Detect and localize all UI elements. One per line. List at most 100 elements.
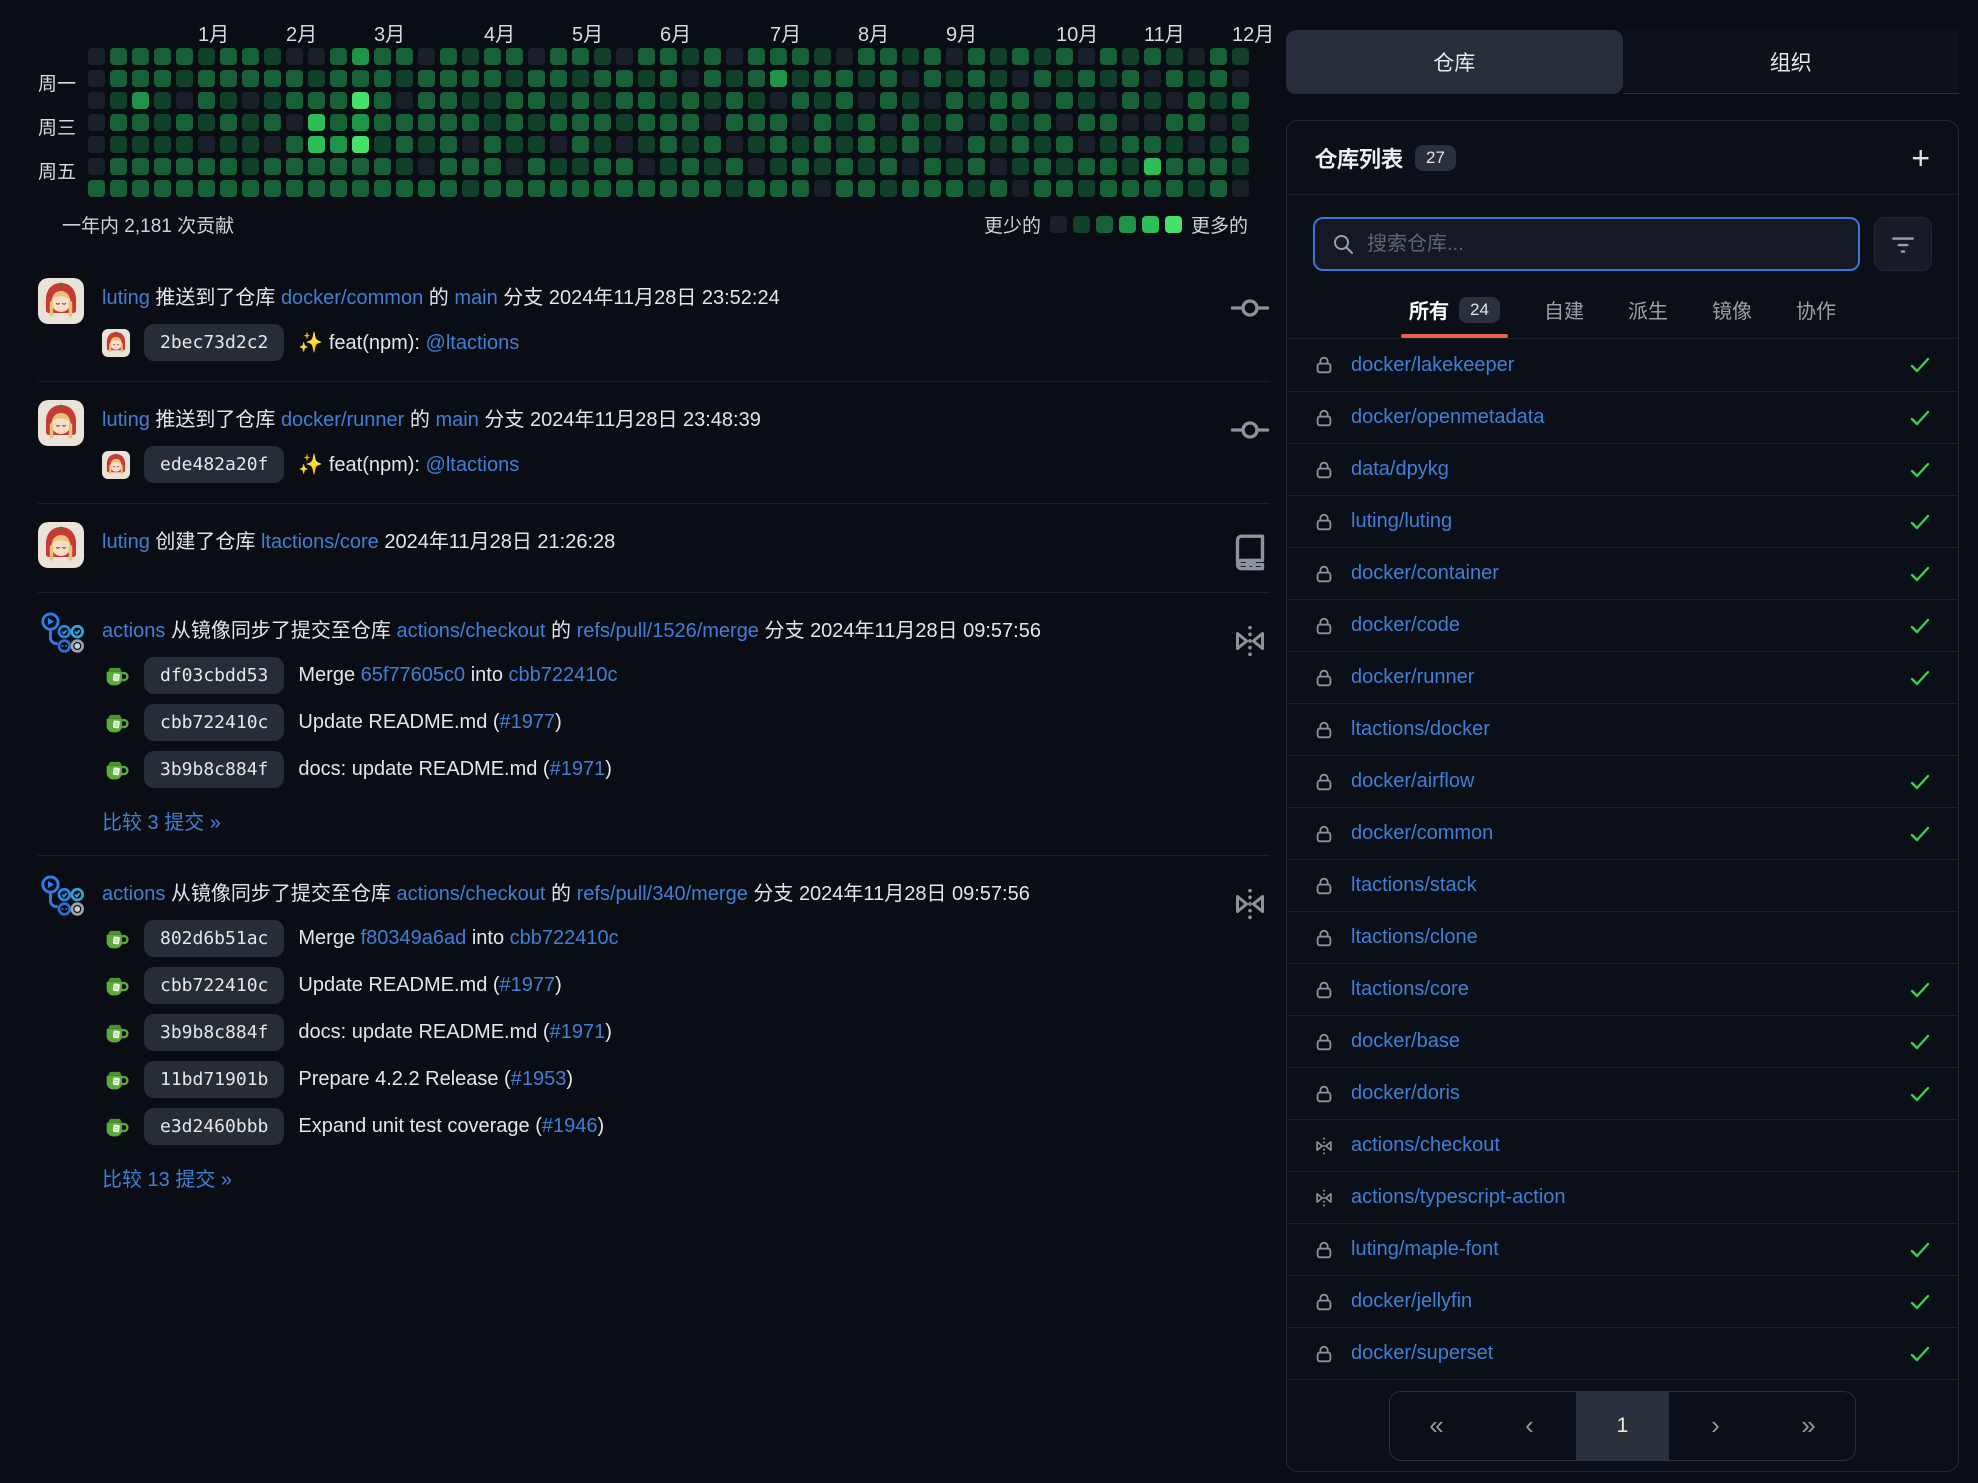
repo-link[interactable]: luting/luting	[1351, 510, 1892, 533]
feed-link[interactable]: main	[435, 409, 478, 431]
repo-link[interactable]: actions/checkout	[1351, 1134, 1892, 1157]
feed-link[interactable]: 65f77605c0	[361, 664, 466, 686]
feed-link[interactable]: luting	[102, 287, 150, 309]
filter-tab[interactable]: 自建	[1544, 295, 1584, 338]
feed-link[interactable]: #1953	[511, 1068, 567, 1090]
commit-hash-badge[interactable]: 3b9b8c884f	[144, 751, 284, 788]
commit-hash-badge[interactable]: 3b9b8c884f	[144, 1014, 284, 1051]
commit-author-avatar[interactable]	[102, 329, 130, 357]
feed-link[interactable]: actions/checkout	[397, 620, 546, 642]
feed-link[interactable]: #1971	[550, 758, 606, 780]
add-repo-button[interactable]: +	[1911, 142, 1930, 174]
repo-search-input[interactable]	[1367, 233, 1842, 256]
sidebar-tab-orgs[interactable]: 组织	[1623, 30, 1960, 94]
repo-link[interactable]: luting/maple-font	[1351, 1238, 1892, 1261]
filter-tab[interactable]: 派生	[1628, 295, 1668, 338]
feed-link[interactable]: actions	[102, 620, 165, 642]
heatmap-cell	[1056, 180, 1073, 197]
commit-author-avatar[interactable]	[102, 1066, 130, 1094]
heatmap-cell	[308, 180, 325, 197]
commit-hash-badge[interactable]: 2bec73d2c2	[144, 324, 284, 361]
repo-link[interactable]: docker/container	[1351, 562, 1892, 585]
repo-link[interactable]: docker/jellyfin	[1351, 1290, 1892, 1313]
commit-author-avatar[interactable]	[102, 709, 130, 737]
repo-search-box[interactable]	[1313, 217, 1860, 271]
repo-link[interactable]: docker/airflow	[1351, 770, 1892, 793]
repo-link[interactable]: docker/lakekeeper	[1351, 354, 1892, 377]
actions-avatar[interactable]	[38, 874, 84, 920]
repo-link[interactable]: docker/base	[1351, 1030, 1892, 1053]
actions-avatar[interactable]	[38, 611, 84, 657]
page-last-button[interactable]: »	[1762, 1392, 1855, 1460]
commit-hash-badge[interactable]: 802d6b51ac	[144, 920, 284, 957]
repo-link[interactable]: docker/openmetadata	[1351, 406, 1892, 429]
repo-link[interactable]: actions/typescript-action	[1351, 1186, 1892, 1209]
page-prev-button[interactable]: ‹	[1483, 1392, 1576, 1460]
commit-hash-badge[interactable]: 11bd71901b	[144, 1061, 284, 1098]
user-avatar[interactable]	[38, 400, 84, 446]
commit-hash-badge[interactable]: ede482a20f	[144, 446, 284, 483]
feed-link[interactable]: @ltactions	[426, 332, 520, 354]
compare-commits-link[interactable]: 比较 3 提交 »	[102, 806, 221, 835]
repo-link[interactable]: ltactions/stack	[1351, 874, 1892, 897]
heatmap-cell	[990, 92, 1007, 109]
commit-author-avatar[interactable]	[102, 1019, 130, 1047]
repo-row: actions/checkout	[1287, 1119, 1958, 1171]
commit-row: 3b9b8c884f docs: update README.md (#1971…	[102, 1014, 1224, 1051]
commit-hash-badge[interactable]: cbb722410c	[144, 967, 284, 1004]
feed-link[interactable]: luting	[102, 531, 150, 553]
repo-link[interactable]: docker/common	[1351, 822, 1892, 845]
compare-commits-link[interactable]: 比较 13 提交 »	[102, 1163, 232, 1192]
feed-title: luting 推送到了仓库 docker/runner 的 main 分支 20…	[102, 400, 1224, 436]
feed-link[interactable]: refs/pull/1526/merge	[577, 620, 759, 642]
filter-tab[interactable]: 所有 24	[1409, 295, 1500, 338]
commit-author-avatar[interactable]	[102, 972, 130, 1000]
feed-link[interactable]: #1977	[500, 974, 556, 996]
feed-link[interactable]: #1977	[500, 711, 556, 733]
feed-link[interactable]: cbb722410c	[509, 664, 618, 686]
repo-link[interactable]: docker/doris	[1351, 1082, 1892, 1105]
feed-link[interactable]: luting	[102, 409, 150, 431]
repo-link[interactable]: docker/code	[1351, 614, 1892, 637]
commit-author-avatar[interactable]	[102, 925, 130, 953]
heatmap-cell	[770, 48, 787, 65]
repo-link[interactable]: ltactions/docker	[1351, 718, 1892, 741]
filter-tab[interactable]: 协作	[1796, 295, 1836, 338]
feed-link[interactable]: #1971	[550, 1021, 606, 1043]
commit-hash-badge[interactable]: df03cbdd53	[144, 657, 284, 694]
feed-link[interactable]: ltactions/core	[261, 531, 379, 553]
commit-hash-badge[interactable]: e3d2460bbb	[144, 1108, 284, 1145]
repo-link[interactable]: ltactions/clone	[1351, 926, 1892, 949]
heatmap-cell	[418, 158, 435, 175]
user-avatar[interactable]	[38, 522, 84, 568]
commit-author-avatar[interactable]	[102, 662, 130, 690]
feed-link[interactable]: actions/checkout	[397, 883, 546, 905]
repo-link[interactable]: docker/runner	[1351, 666, 1892, 689]
user-avatar[interactable]	[38, 278, 84, 324]
commit-author-avatar[interactable]	[102, 451, 130, 479]
repo-filter-button[interactable]	[1874, 217, 1932, 271]
sidebar-tab-repos[interactable]: 仓库	[1286, 30, 1623, 94]
heatmap-cell	[506, 136, 523, 153]
feed-link[interactable]: docker/common	[281, 287, 423, 309]
filter-tab[interactable]: 镜像	[1712, 295, 1752, 338]
page-next-button[interactable]: ›	[1669, 1392, 1762, 1460]
repo-link[interactable]: docker/superset	[1351, 1342, 1892, 1365]
repo-link[interactable]: data/dpykg	[1351, 458, 1892, 481]
page-first-button[interactable]: «	[1390, 1392, 1483, 1460]
feed-link[interactable]: @ltactions	[426, 454, 520, 476]
heatmap-cell	[726, 180, 743, 197]
commit-author-avatar[interactable]	[102, 756, 130, 784]
feed-link[interactable]: #1946	[542, 1115, 598, 1137]
page-current[interactable]: 1	[1576, 1392, 1669, 1460]
feed-link[interactable]: main	[454, 287, 497, 309]
feed-link[interactable]: f80349a6ad	[361, 927, 467, 949]
feed-link[interactable]: actions	[102, 883, 165, 905]
commit-author-avatar[interactable]	[102, 1113, 130, 1141]
commit-hash-badge[interactable]: cbb722410c	[144, 704, 284, 741]
heatmap-cell	[1078, 114, 1095, 131]
feed-link[interactable]: docker/runner	[281, 409, 404, 431]
feed-link[interactable]: refs/pull/340/merge	[577, 883, 748, 905]
feed-link[interactable]: cbb722410c	[510, 927, 619, 949]
repo-link[interactable]: ltactions/core	[1351, 978, 1892, 1001]
